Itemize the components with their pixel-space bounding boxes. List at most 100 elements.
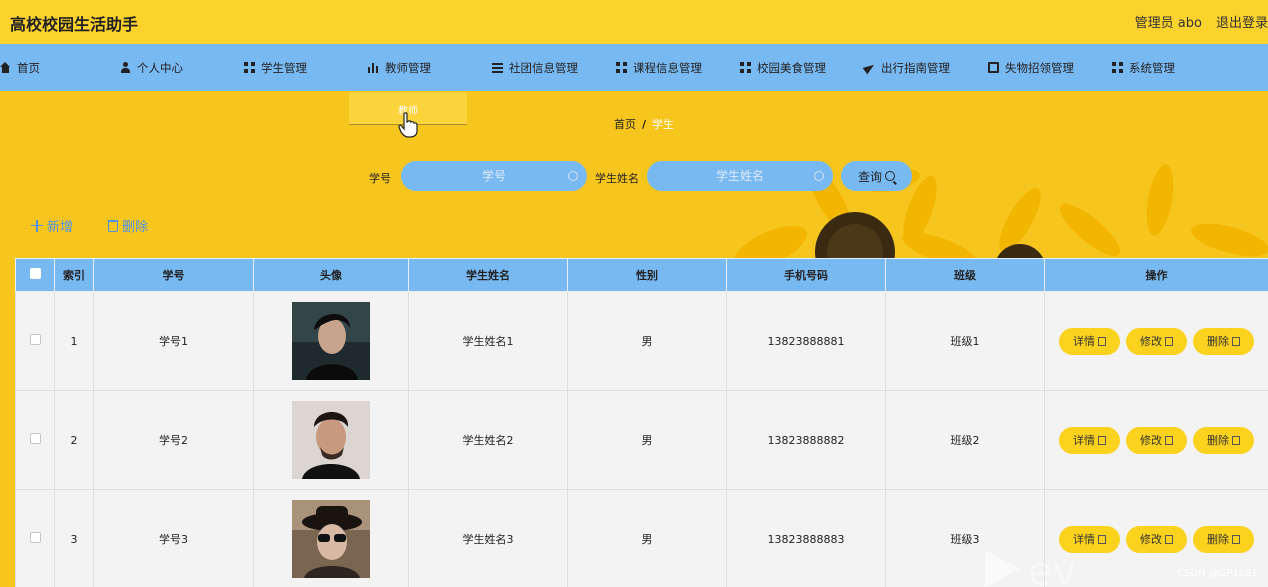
student-id-cell: 学号3 (93, 489, 254, 587)
column-header: 操作 (1044, 258, 1268, 292)
avatar[interactable] (292, 500, 370, 578)
gender-cell: 男 (567, 390, 727, 490)
actions-cell: 详情 修改 删除 (1044, 291, 1268, 391)
class-cell: 班级2 (885, 390, 1045, 490)
column-header: 手机号码 (726, 258, 886, 292)
nav-item-travel-mgmt[interactable]: 出行指南管理 (864, 44, 950, 91)
delete-button[interactable]: 删除 (1193, 525, 1254, 553)
column-header: 索引 (54, 258, 94, 292)
select-all-checkbox[interactable] (29, 268, 41, 279)
breadcrumb: 首页 / 学生 (614, 116, 674, 132)
document-icon (988, 62, 999, 73)
home-icon (0, 62, 11, 73)
phone-cell: 13823888881 (726, 291, 886, 391)
batch-delete-button[interactable]: 删除 (108, 216, 148, 235)
add-button[interactable]: 新增 (31, 216, 73, 235)
gender-cell: 男 (567, 489, 727, 587)
student-name-cell: 学生姓名1 (408, 291, 568, 391)
grid-icon (1112, 62, 1123, 73)
edit-label: 修改 (1140, 335, 1162, 348)
document-icon (1098, 534, 1106, 544)
document-icon (1098, 336, 1106, 346)
trash-icon (108, 219, 118, 232)
nav-item-course-mgmt[interactable]: 课程信息管理 (616, 44, 702, 91)
search-icon (885, 171, 895, 181)
add-button-label: 新增 (47, 220, 74, 235)
delete-label: 删除 (1207, 335, 1229, 348)
column-header: 头像 (253, 258, 409, 292)
avatar-cell (253, 390, 409, 490)
avatar-cell (253, 489, 409, 587)
student-name-label: 学生姓名 (595, 172, 639, 185)
index-cell: 3 (54, 489, 94, 587)
hand-cursor-icon (398, 112, 418, 138)
query-button-label: 查询 (857, 169, 882, 184)
svg-text:ev: ev (1028, 549, 1076, 587)
nav-item-food-mgmt[interactable]: 校园美食管理 (740, 44, 826, 91)
row-checkbox[interactable] (29, 334, 41, 345)
detail-button[interactable]: 详情 (1059, 426, 1120, 454)
avatar[interactable] (292, 401, 370, 479)
delete-button[interactable]: 删除 (1193, 426, 1254, 454)
breadcrumb-current: 学生 (652, 118, 675, 131)
breadcrumb-home[interactable]: 首页 (614, 118, 636, 131)
document-icon (1098, 435, 1106, 445)
csdn-watermark: CSDN @GP1081 (1177, 568, 1258, 579)
column-header: 学生姓名 (408, 258, 568, 292)
delete-label: 删除 (1207, 533, 1229, 546)
logout-link[interactable]: 退出登录 (1216, 12, 1268, 31)
row-checkbox[interactable] (29, 433, 41, 444)
gender-cell: 男 (567, 291, 727, 391)
main-nav: 首页 个人中心 学生管理 教师管理 社团信息管理 课程信息管理 校园美食管理 出… (0, 44, 1268, 91)
user-area: 管理员 abo 退出登录 (1135, 12, 1268, 31)
nav-label: 社团信息管理 (509, 60, 578, 75)
nav-item-home[interactable]: 首页 (0, 44, 40, 91)
student-id-input[interactable] (401, 161, 587, 191)
delete-label: 删除 (1207, 434, 1229, 447)
ev-watermark-logo: ev (985, 549, 1076, 587)
edit-button[interactable]: 修改 (1126, 426, 1187, 454)
actions-cell: 详情 修改 删除 (1044, 390, 1268, 490)
breadcrumb-separator: / (642, 118, 647, 131)
class-cell: 班级1 (885, 291, 1045, 391)
trash-icon (1232, 435, 1240, 445)
nav-item-personal-center[interactable]: 个人中心 (120, 44, 183, 91)
nav-item-club-mgmt[interactable]: 社团信息管理 (492, 44, 578, 91)
student-id-label: 学号 (369, 172, 391, 185)
batch-delete-label: 删除 (122, 220, 149, 235)
list-icon (492, 62, 503, 73)
detail-button[interactable]: 详情 (1059, 327, 1120, 355)
nav-label: 学生管理 (261, 60, 307, 75)
nav-label: 校园美食管理 (757, 60, 826, 75)
student-name-cell: 学生姓名2 (408, 390, 568, 490)
search-icon (568, 171, 578, 181)
nav-item-teacher-mgmt[interactable]: 教师管理 (368, 44, 431, 91)
edit-icon (1165, 435, 1173, 445)
nav-item-lost-found-mgmt[interactable]: 失物招领管理 (988, 44, 1074, 91)
nav-item-student-mgmt[interactable]: 学生管理 (244, 44, 307, 91)
grid-icon (616, 62, 627, 73)
delete-button[interactable]: 删除 (1193, 327, 1254, 355)
plus-icon (31, 219, 43, 232)
nav-label: 教师管理 (385, 60, 431, 75)
row-checkbox[interactable] (29, 532, 41, 543)
nav-label: 个人中心 (137, 60, 183, 75)
nav-label: 首页 (17, 60, 40, 75)
phone-cell: 13823888883 (726, 489, 886, 587)
sunflower-background (733, 164, 1268, 260)
avatar[interactable] (292, 302, 370, 380)
avatar-cell (253, 291, 409, 391)
edit-button[interactable]: 修改 (1126, 327, 1187, 355)
edit-icon (1165, 534, 1173, 544)
select-all-cell (15, 258, 55, 292)
student-table: 索引 学号 头像 学生姓名 性别 手机号码 班级 操作 1 学号1 学生姓名1 … (15, 258, 1268, 587)
student-id-cell: 学号2 (93, 390, 254, 490)
student-name-input[interactable] (647, 161, 833, 191)
edit-button[interactable]: 修改 (1126, 525, 1187, 553)
query-button[interactable]: 查询 (841, 161, 912, 191)
person-icon (120, 62, 131, 73)
nav-label: 出行指南管理 (881, 60, 950, 75)
nav-item-system-mgmt[interactable]: 系统管理 (1112, 44, 1175, 91)
admin-user-label: 管理员 abo (1134, 16, 1202, 31)
send-icon (864, 62, 875, 73)
